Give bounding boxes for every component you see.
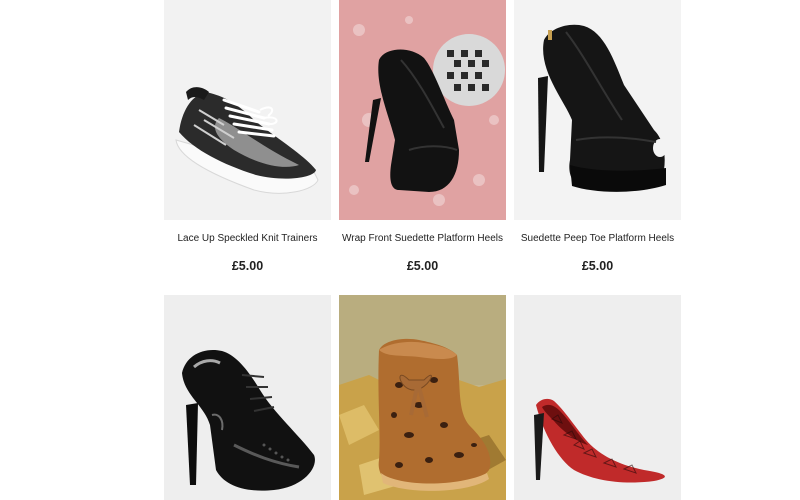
product-card-wrap-front-heels[interactable]: Wrap Front Suedette Platform Heels £5.00 <box>339 0 506 273</box>
product-card-trainers[interactable]: Lace Up Speckled Knit Trainers £5.00 <box>164 0 331 273</box>
trainer-icon <box>175 87 319 194</box>
product-image-wrap-front-heels[interactable] <box>339 0 506 220</box>
product-card-red-snake-pumps[interactable] <box>514 295 681 500</box>
product-card-peep-toe-heels[interactable]: Suedette Peep Toe Platform Heels £5.00 <box>514 0 681 273</box>
product-title[interactable]: Wrap Front Suedette Platform Heels <box>329 233 516 244</box>
product-image-leopard-boots[interactable] <box>339 295 506 500</box>
product-card-leopard-boots[interactable] <box>339 295 506 500</box>
patent-brogue-heel-icon <box>182 349 315 491</box>
product-image-red-snake-pumps[interactable] <box>514 295 681 500</box>
product-price: £5.00 <box>406 259 439 273</box>
platform-heel-icon <box>349 16 505 206</box>
red-snake-pump-icon <box>534 398 665 483</box>
product-price: £5.00 <box>581 259 614 273</box>
product-title[interactable]: Lace Up Speckled Knit Trainers <box>154 233 341 244</box>
product-image-peep-toe-heels[interactable] <box>514 0 681 220</box>
product-image-trainers[interactable] <box>164 0 331 220</box>
leopard-boot-icon <box>339 295 506 500</box>
product-title[interactable]: Suedette Peep Toe Platform Heels <box>504 233 691 244</box>
product-grid-page: Lace Up Speckled Knit Trainers £5.00 Wra… <box>0 0 800 500</box>
product-image-patent-brogue-heels[interactable] <box>164 295 331 500</box>
peep-toe-heel-icon <box>538 24 667 192</box>
product-price: £5.00 <box>231 259 264 273</box>
product-card-patent-brogue-heels[interactable] <box>164 295 331 500</box>
